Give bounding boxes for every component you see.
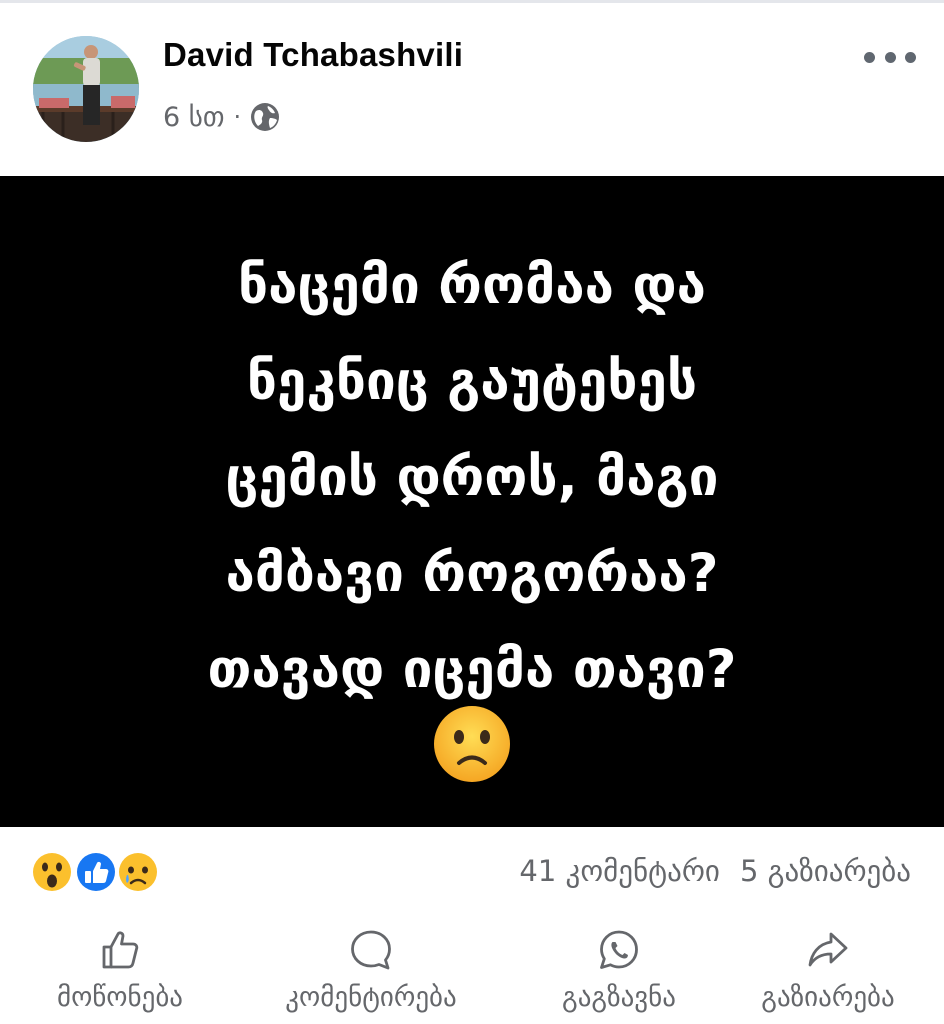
whatsapp-icon: [600, 930, 638, 969]
post-text: ნაცემი რომაა და ნეკნიც გაუტეხეს ცემის დრ…: [207, 255, 737, 700]
share-button[interactable]: გაზიარება: [738, 928, 918, 1013]
frowning-face-emoji: [434, 706, 510, 782]
dot: [864, 51, 875, 63]
send-button[interactable]: გაგზავნა: [540, 928, 698, 1013]
share-arrow-icon: [808, 932, 848, 967]
like-label: მოწონება: [56, 982, 184, 1013]
share-count[interactable]: 5 გაზიარება: [740, 854, 911, 888]
author-name[interactable]: David Tchabashvili: [163, 36, 463, 74]
reaction-summary[interactable]: [30, 850, 170, 895]
dot: [884, 51, 896, 63]
sad-reaction-icon: [117, 851, 159, 893]
share-label: გაზიარება: [761, 982, 895, 1013]
post-meta: 6 სთ ·: [163, 98, 280, 136]
avatar[interactable]: [33, 36, 139, 142]
wow-reaction-icon: [31, 851, 73, 893]
like-reaction-icon: [75, 851, 117, 893]
comment-count[interactable]: 41 კომენტარი: [519, 854, 720, 888]
send-label: გაგზავნა: [562, 982, 676, 1013]
meta-separator: ·: [233, 103, 242, 131]
like-button[interactable]: მოწონება: [28, 928, 212, 1013]
comment-label: კომენტირება: [285, 982, 457, 1013]
more-options-icon[interactable]: [864, 46, 916, 68]
post-image[interactable]: ნაცემი რომაა და ნეკნიც გაუტეხეს ცემის დრ…: [0, 176, 944, 827]
globe-icon: [251, 103, 280, 131]
top-divider: [0, 0, 944, 3]
thumbs-up-icon: [102, 931, 139, 969]
comment-button[interactable]: კომენტირება: [246, 928, 496, 1013]
post-time[interactable]: 6 სთ: [163, 102, 225, 133]
engagement-counts: 41 კომენტარი 5 გაზიარება: [519, 854, 911, 888]
comment-icon: [351, 930, 391, 970]
dot: [905, 51, 916, 63]
